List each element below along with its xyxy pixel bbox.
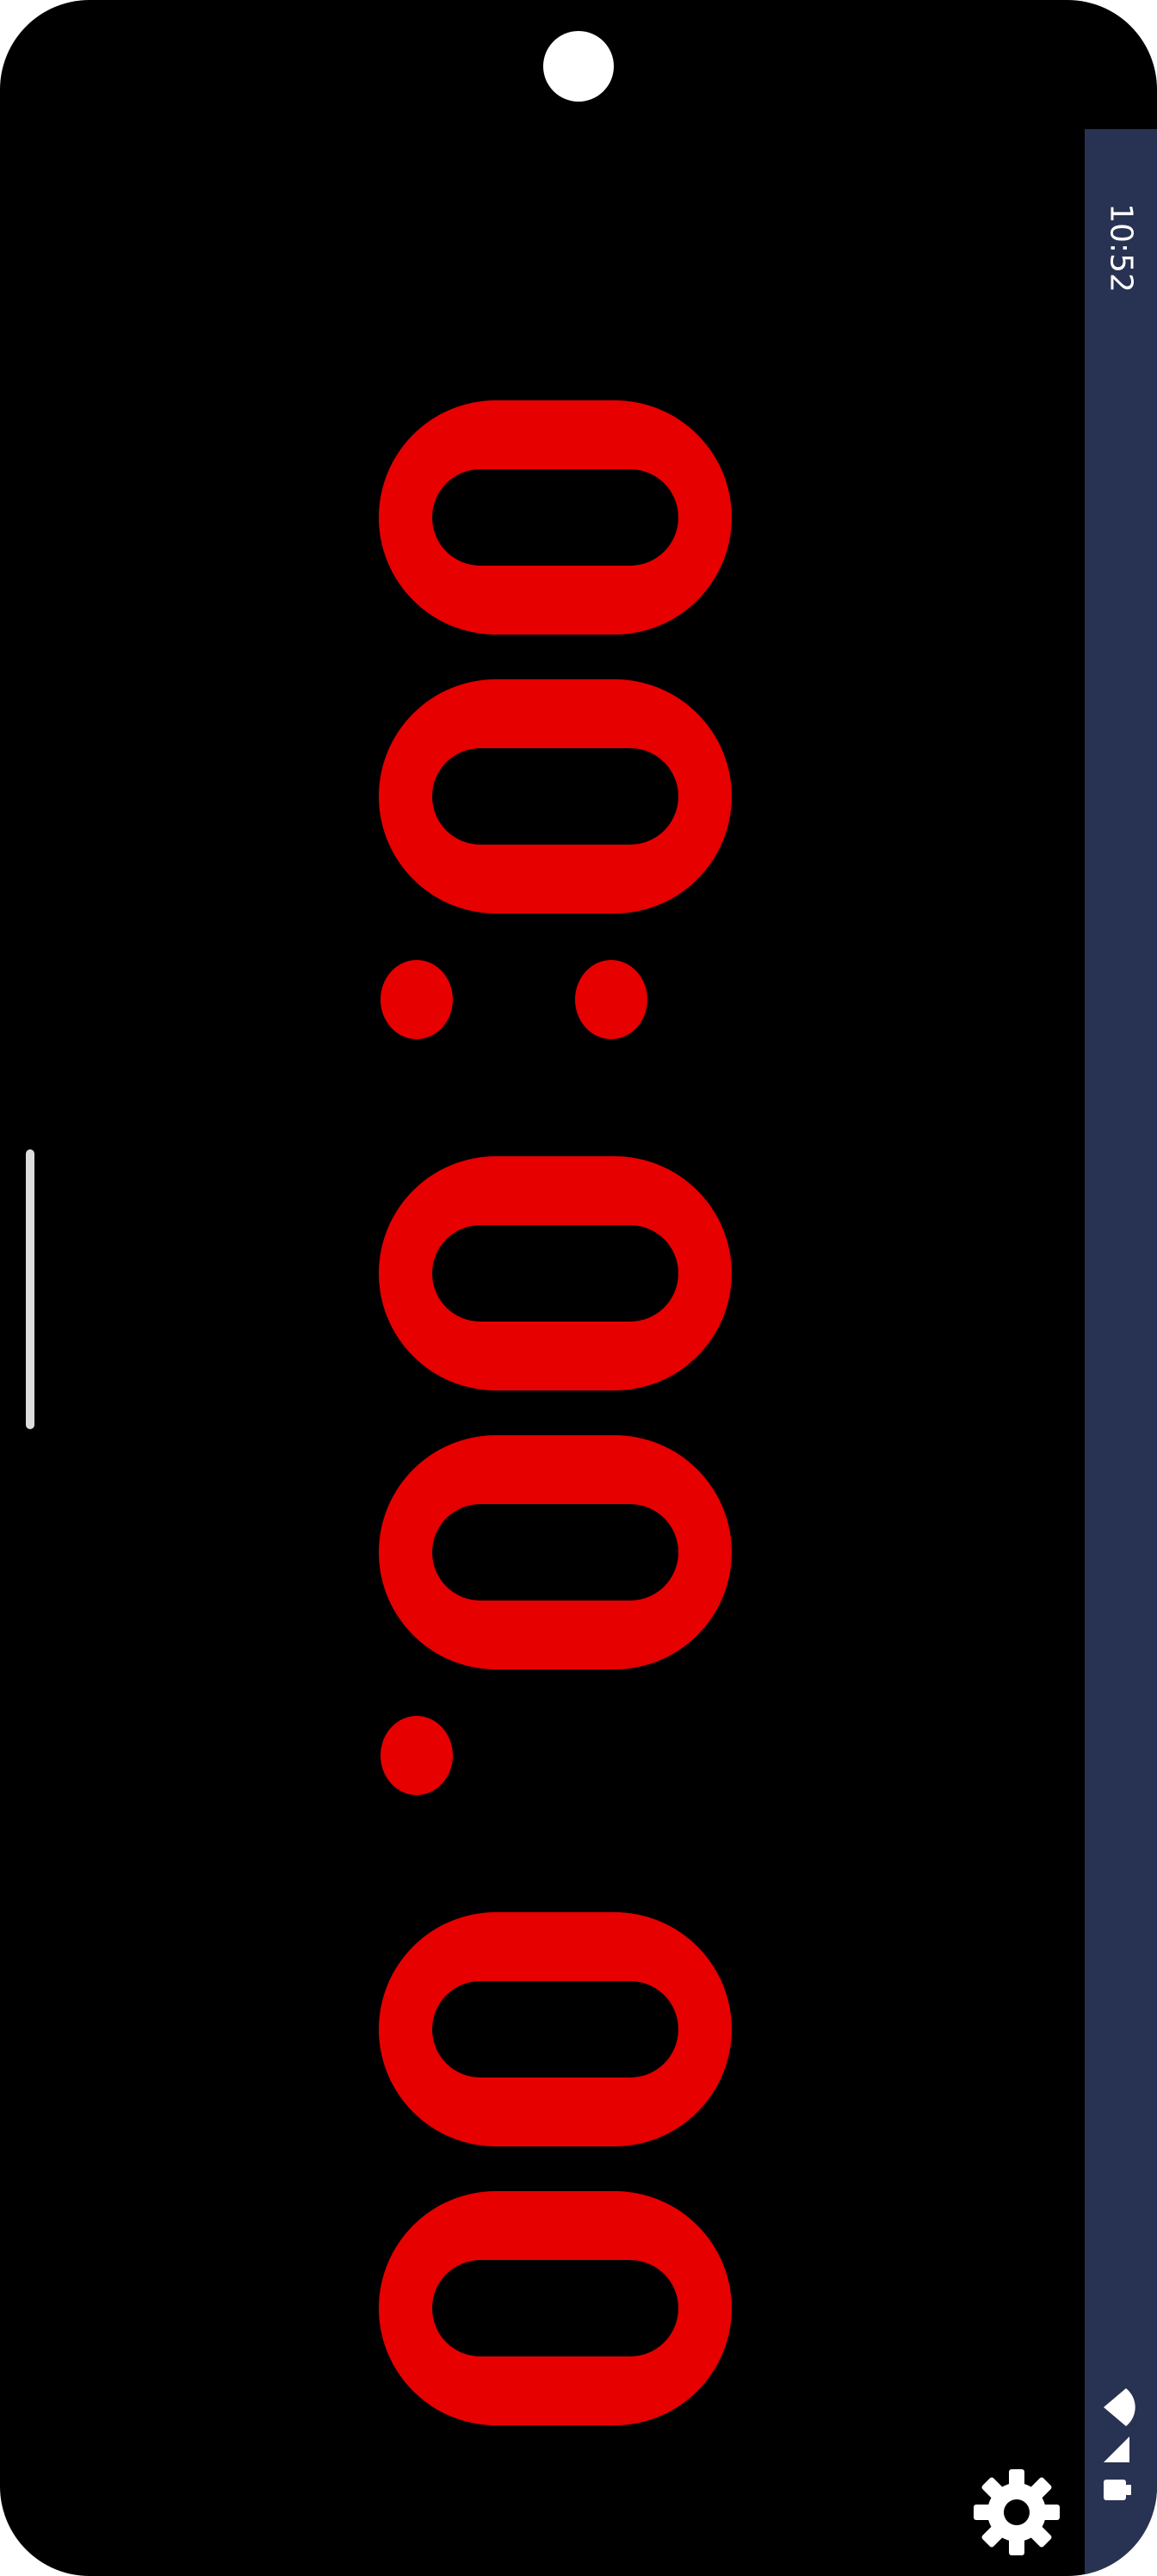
timer-display: [379, 400, 732, 2425]
gear-icon: [974, 2469, 1060, 2555]
timer-digit-3: [379, 1435, 732, 1669]
timer-digit-4: [379, 1912, 732, 2146]
timer-digit-0: [379, 400, 732, 635]
app-screen: 10:52: [0, 0, 1157, 2576]
timer-digit-5: [379, 2191, 732, 2425]
timer-digit-2: [379, 1156, 732, 1390]
timer-separator-0-dot-0: [381, 960, 453, 1039]
settings-button[interactable]: [968, 2464, 1065, 2561]
timer-separator-0-dot-1: [575, 960, 647, 1039]
timer-digit-1: [379, 679, 732, 913]
timer-separator-1-dot-0: [381, 1716, 453, 1795]
